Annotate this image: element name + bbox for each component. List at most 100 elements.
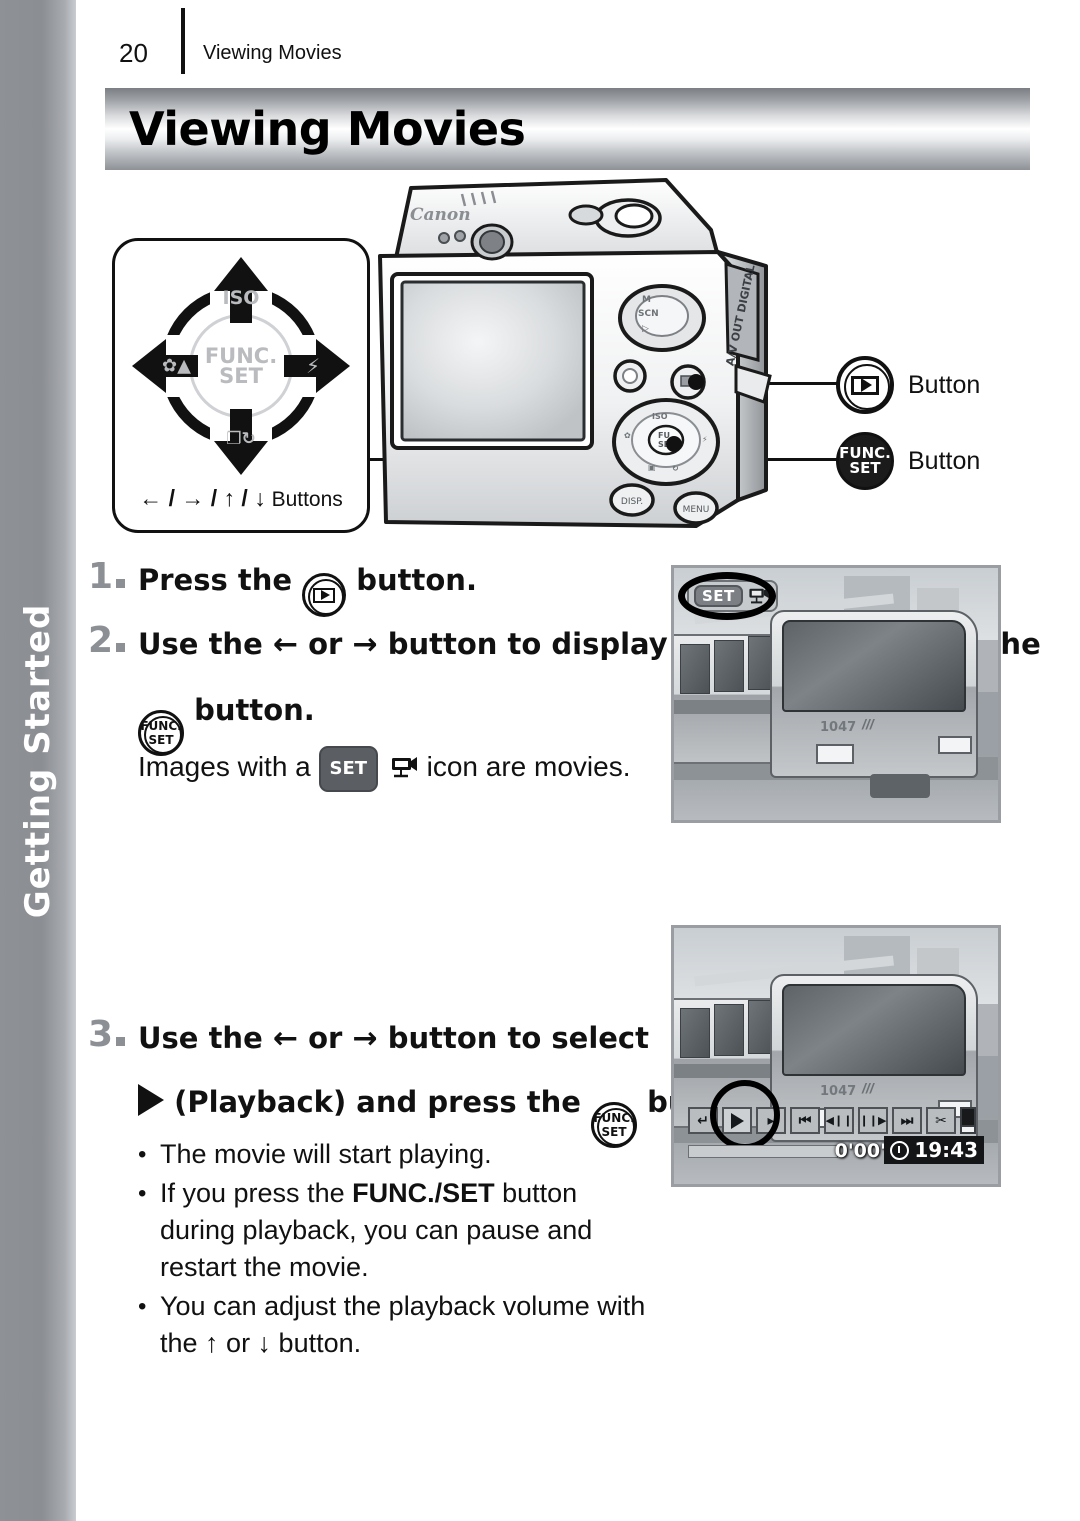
viewfinder-glass — [479, 230, 505, 254]
step-3-or: or — [308, 1021, 343, 1055]
playback-button-icon — [836, 356, 894, 414]
camera-back-illustration: A/V OUT DIGITAL Canon M SCN ▷ ISO ✿ ⚡ ▣ … — [378, 178, 772, 528]
lcd-screen — [400, 280, 586, 442]
right-arrow-icon — [316, 339, 350, 393]
callout-funcset-label: Button — [908, 446, 981, 475]
step-3-number: 3 — [88, 1014, 126, 1055]
shutter-button — [614, 203, 654, 229]
playback-progress-bar[interactable] — [688, 1145, 838, 1158]
train-windshield — [782, 984, 966, 1076]
set-badge-icon: SET — [318, 746, 379, 792]
last-frame-icon[interactable]: ⏭ — [892, 1107, 922, 1134]
callout-playback-button: Button — [836, 356, 980, 414]
step-2-or: or — [308, 627, 343, 661]
svg-text:⚡: ⚡ — [702, 435, 708, 444]
bullet-item-3: You can adjust the playback volume with … — [134, 1288, 654, 1362]
bullet-item-2: If you press the FUNC./SET button during… — [134, 1175, 654, 1286]
lcd-screenshot-playback-controls: 1047 /// ↵ ▸ ⏮ ◀❙❙ ❙❙▶ ⏭ ✂ 0'00" 19:43 — [671, 925, 1001, 1187]
svg-text:SCN: SCN — [638, 309, 659, 319]
edit-scissors-icon[interactable]: ✂ — [926, 1107, 956, 1134]
train-side-window-1 — [680, 644, 710, 694]
svg-text:M: M — [642, 295, 651, 305]
train-side-window-2 — [714, 1004, 744, 1056]
svg-text:✿: ✿ — [624, 431, 631, 440]
callout-funcset-button: FUNC. SET Button — [836, 432, 980, 490]
step-2-number: 2 — [88, 620, 126, 661]
note-text-after: icon are movies. — [426, 751, 631, 782]
disp-button-label: DISP. — [621, 497, 643, 507]
header-divider — [181, 8, 185, 74]
clock-time-label: 19:43 — [914, 1138, 978, 1162]
previous-frame-icon[interactable]: ◀❙❙ — [824, 1107, 854, 1134]
clock-display: 19:43 — [884, 1136, 984, 1164]
bullet-2-bold: FUNC./SET — [352, 1178, 495, 1208]
navigation-buttons-callout-box: ISO FUNC. SET ✿▲ ⚡ ❐↻ ← / → / ↑ / ↓ Butt… — [112, 238, 370, 533]
step-2-use-the: Use the — [138, 627, 263, 661]
right-arrow-icon: → — [352, 627, 378, 662]
bullet-3-post: ↑ or ↓ button. — [205, 1328, 362, 1358]
first-frame-icon[interactable]: ⏮ — [790, 1107, 820, 1134]
train-logo: /// — [862, 716, 874, 732]
chapter-side-tab: Getting Started — [0, 0, 76, 1521]
navigation-ring-diagram: ISO FUNC. SET ✿▲ ⚡ ❐↻ — [132, 257, 350, 475]
up-arrow-icon — [214, 257, 268, 291]
func-set-button-icon: FUNC. SET — [836, 432, 894, 490]
bullet-2-pre: If you press the — [160, 1178, 353, 1208]
step-3-rest: button to select — [387, 1021, 649, 1055]
indicator-lamp-1 — [438, 232, 450, 244]
highlight-circle-play-button — [710, 1080, 780, 1150]
nav-caption-arrows: ← / → / ↑ / ↓ — [139, 485, 266, 511]
nav-caption-text: Buttons — [271, 488, 343, 511]
indicator-lamp-2 — [454, 230, 466, 242]
svg-text:▣: ▣ — [648, 463, 656, 472]
train-number: 1047 — [820, 1084, 857, 1099]
running-title: Viewing Movies — [203, 42, 342, 64]
nav-buttons-caption: ← / → / ↑ / ↓ Buttons — [115, 485, 367, 512]
flash-icon: ⚡ — [305, 354, 320, 378]
left-arrow-icon: ← — [272, 627, 299, 662]
next-frame-icon[interactable]: ❙❙▶ — [858, 1107, 888, 1134]
bullet-1-text: The movie will start playing. — [160, 1139, 492, 1169]
playback-button-icon — [302, 573, 347, 617]
notes-bullet-list: The movie will start playing. If you pre… — [134, 1136, 654, 1362]
bullet-item-1: The movie will start playing. — [134, 1136, 654, 1173]
step-1-text-before: Press the — [138, 563, 293, 597]
train-logo: /// — [862, 1080, 874, 1096]
train-side-window-2 — [714, 640, 744, 692]
lcd-screenshot-movie-icon: 1047 /// SET — [671, 565, 1001, 823]
iso-label: ISO — [222, 287, 260, 309]
train-headlight-right — [938, 736, 972, 754]
drive-timer-icon: ❐↻ — [226, 429, 256, 449]
train-headlight-left — [816, 744, 854, 764]
camera-illustration-area: ISO FUNC. SET ✿▲ ⚡ ❐↻ ← / → / ↑ / ↓ Butt… — [76, 170, 1080, 550]
elapsed-time-label: 0'00" — [834, 1140, 890, 1162]
save-icon[interactable] — [960, 1107, 976, 1134]
left-arrow-icon — [132, 339, 166, 393]
step-3-playback-label: (Playback) and press the — [174, 1085, 581, 1119]
step-3-use-the: Use the — [138, 1021, 263, 1055]
train-side-window-1 — [680, 1008, 710, 1058]
step-1-number: 1 — [88, 556, 126, 597]
svg-text:ISO: ISO — [652, 412, 668, 421]
right-arrow-icon: → — [352, 1021, 378, 1056]
step-1-text-after: button. — [356, 563, 477, 597]
note-text-before: Images with a — [138, 751, 311, 782]
train-coupler — [870, 774, 930, 798]
page-content: 20 Viewing Movies Viewing Movies ISO FUN… — [76, 0, 1080, 1521]
func-set-center-label: FUNC. SET — [205, 346, 277, 387]
leader-dot-funcset — [666, 436, 682, 452]
macro-landscape-icon: ✿▲ — [162, 355, 191, 377]
page-number: 20 — [119, 38, 148, 68]
left-arrow-icon: ← — [272, 1021, 299, 1056]
running-header: 20 Viewing Movies — [105, 8, 705, 80]
train-windshield — [782, 620, 966, 712]
step-2-button-word: button. — [194, 693, 315, 727]
button-callouts: Button FUNC. SET Button — [836, 340, 1080, 490]
power-button — [568, 204, 604, 226]
section-title-banner: Viewing Movies — [105, 88, 1030, 170]
play-triangle-icon — [138, 1084, 164, 1116]
clock-icon — [890, 1140, 910, 1160]
background-building-1 — [844, 936, 910, 976]
playback-glyph-frame — [851, 375, 879, 395]
callout-playback-label: Button — [908, 370, 981, 399]
